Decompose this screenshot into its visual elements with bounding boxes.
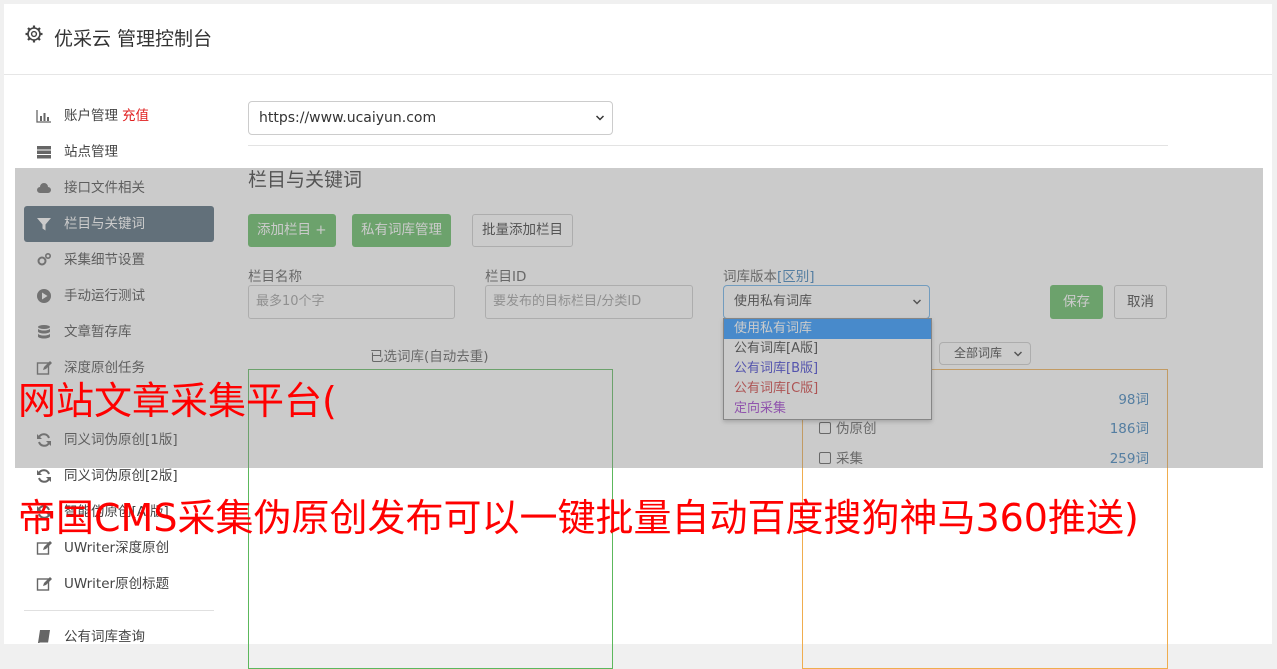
sidebar-item-sites[interactable]: 站点管理 bbox=[24, 134, 214, 170]
sidebar-item-account[interactable]: 账户管理 充值 bbox=[24, 98, 214, 134]
sidebar-item-label: UWriter原创标题 bbox=[64, 576, 170, 592]
sidebar-item-public-lib[interactable]: 公有词库查询 bbox=[24, 619, 214, 655]
site-select[interactable]: https://www.ucaiyun.com bbox=[248, 101, 613, 135]
book-icon bbox=[38, 630, 50, 644]
sidebar-divider bbox=[24, 610, 214, 611]
overlay-headline-2: 帝国CMS采集伪原创发布可以一键批量自动百度搜狗神马360推送) bbox=[18, 496, 1139, 540]
page-title: 优采云 管理控制台 bbox=[54, 28, 213, 50]
header: 优采云 管理控制台 bbox=[4, 4, 1272, 75]
sidebar-item-label: 站点管理 bbox=[64, 144, 118, 160]
sidebar-item-label: 公有词库查询 bbox=[64, 629, 145, 645]
sidebar-item-label: 同义词伪原创[2版] bbox=[64, 468, 178, 484]
sidebar-item-label: 账户管理 bbox=[64, 108, 118, 124]
site-select-value: https://www.ucaiyun.com bbox=[259, 110, 437, 126]
recharge-link[interactable]: 充值 bbox=[122, 108, 149, 124]
gear-icon bbox=[25, 25, 43, 43]
bar-chart-icon bbox=[36, 110, 51, 123]
chevron-down-icon bbox=[596, 115, 604, 121]
refresh-icon bbox=[37, 469, 51, 483]
server-icon bbox=[37, 146, 51, 159]
divider bbox=[248, 145, 1168, 146]
sidebar-item-uwriter-title[interactable]: UWriter原创标题 bbox=[24, 566, 214, 602]
edit-icon bbox=[36, 577, 52, 591]
overlay-headline-1: 网站文章采集平台( bbox=[18, 379, 337, 423]
